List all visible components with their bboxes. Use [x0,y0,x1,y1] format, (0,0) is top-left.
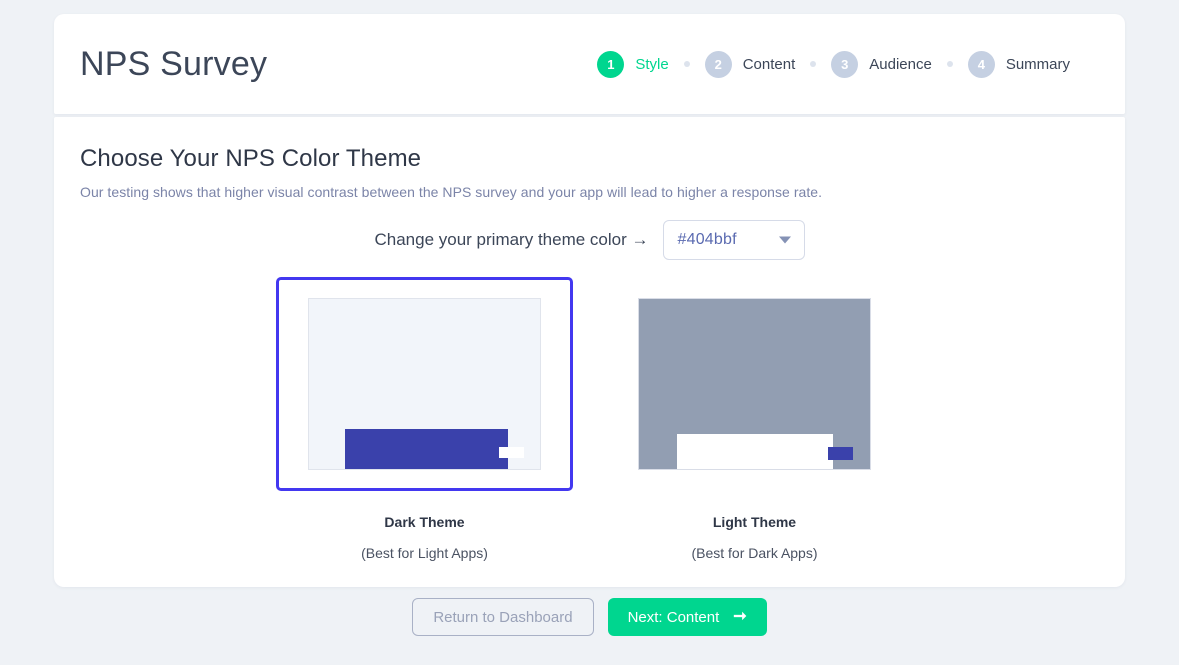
color-select[interactable]: #404bbf [662,220,805,260]
arrow-right-icon: ➞ [733,608,747,625]
theme-options: Dark Theme (Best for Light Apps) Light T… [80,277,1099,561]
footer-actions: Return to Dashboard Next: Content ➞ [0,598,1179,636]
theme-hint-light: (Best for Dark Apps) [691,545,818,561]
step-3-number: 3 [831,50,859,78]
step-1-label: Style [635,55,669,73]
step-3-audience[interactable]: 3 Audience [831,50,932,78]
preview-survey-button [499,447,524,458]
theme-preview-dark [308,298,541,470]
step-separator-dot [946,61,953,67]
step-3-label: Audience [869,55,932,73]
step-separator-dot [683,61,690,67]
step-1-number: 1 [597,50,625,78]
color-picker-row: Change your primary theme color → #404bb… [80,220,1099,260]
step-1-style[interactable]: 1 Style [597,50,669,78]
page-title: NPS Survey [80,45,268,83]
chevron-down-icon [778,236,791,244]
section-title: Choose Your NPS Color Theme [80,145,422,172]
next-content-label: Next: Content [627,608,720,626]
theme-name-light: Light Theme [712,514,797,530]
color-picker-caption: Change your primary theme color → [374,230,649,249]
preview-survey-bar [345,429,508,469]
theme-card-dark[interactable] [276,277,573,491]
app-root: NPS Survey 1 Style 2 Content 3 Audience … [0,0,1179,665]
step-indicator: 1 Style 2 Content 3 Audience 4 Summary [597,50,1070,78]
preview-survey-button [828,447,853,460]
theme-card-light[interactable] [606,277,903,491]
theme-hint-dark: (Best for Light Apps) [361,545,488,561]
step-2-label: Content [742,55,796,73]
theme-name-dark: Dark Theme [384,514,465,530]
step-4-summary[interactable]: 4 Summary [967,50,1070,78]
theme-option-light: Light Theme (Best for Dark Apps) [606,277,903,561]
step-4-number: 4 [967,50,995,78]
body-card: Choose Your NPS Color Theme Our testing … [54,117,1125,587]
step-2-number: 2 [704,50,732,78]
step-2-content[interactable]: 2 Content [704,50,796,78]
section-subtitle: Our testing shows that higher visual con… [80,184,823,200]
theme-option-dark: Dark Theme (Best for Light Apps) [276,277,573,561]
return-to-dashboard-button[interactable]: Return to Dashboard [412,598,594,636]
header-card: NPS Survey 1 Style 2 Content 3 Audience … [54,14,1125,114]
preview-survey-bar [677,434,833,469]
step-4-label: Summary [1005,55,1070,73]
step-separator-dot [810,61,817,67]
next-content-button[interactable]: Next: Content ➞ [607,598,767,636]
theme-preview-light [638,298,871,470]
color-select-value: #404bbf [677,231,737,248]
